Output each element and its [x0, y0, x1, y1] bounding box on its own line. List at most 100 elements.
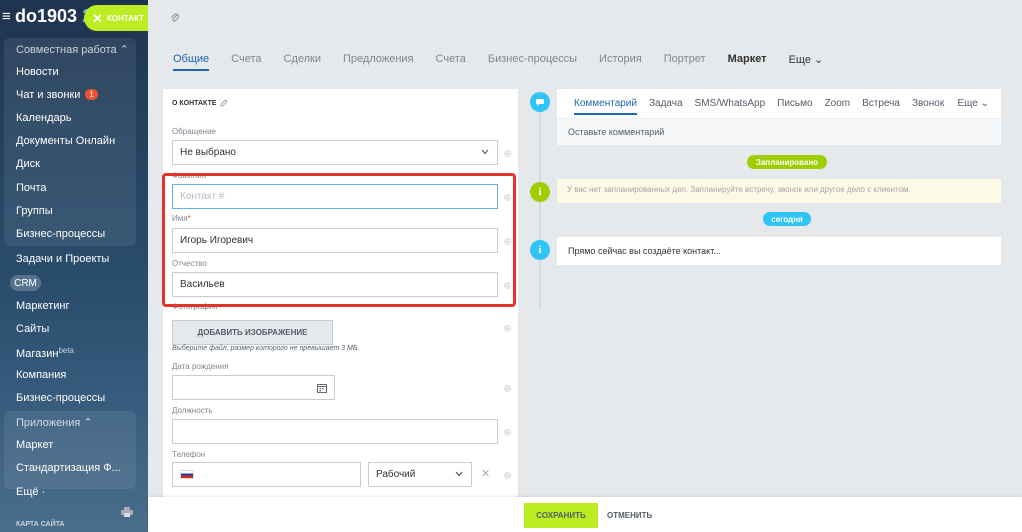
gear-icon[interactable] [503, 471, 512, 480]
today-label: сегодня [763, 212, 811, 226]
comment-input[interactable]: Оставьте комментарий [557, 118, 1001, 145]
section-title-label: О КОНТАКТЕ [172, 99, 217, 107]
activity-tab-call[interactable]: Звонок [912, 98, 944, 115]
tab-bizproc[interactable]: Бизнес-процессы [488, 53, 577, 71]
chat-counter-badge: 1 [85, 89, 98, 100]
gear-icon[interactable] [503, 428, 512, 437]
sidebar-item-marketing[interactable]: Маркетинг [16, 300, 69, 312]
gear-icon[interactable] [503, 384, 512, 393]
activity-more-label: Еще [957, 98, 978, 109]
sidebar-item-tasks[interactable]: Задачи и Проекты [16, 253, 109, 265]
entity-tabs: Общие Счета Сделки Предложения Счета Биз… [173, 53, 845, 71]
sidebar-group-header-apps[interactable]: Приложения ⌃ [16, 416, 93, 429]
cancel-button[interactable]: ОТМЕНИТЬ [607, 503, 652, 528]
left-sidebar: ≡ do1903 2 ✕ КОНТАКТ Совместная работа ⌃… [0, 0, 148, 532]
sitemap-link[interactable]: КАРТА САЙТА [16, 521, 65, 528]
comment-editor: Комментарий Задача SMS/WhatsApp Письмо Z… [557, 89, 1001, 145]
beta-label: beta [58, 346, 75, 355]
chevron-down-icon [481, 149, 489, 155]
chevron-down-icon [455, 471, 463, 477]
chevron-down-icon: ⌄ [814, 54, 824, 66]
gear-icon[interactable] [503, 149, 512, 158]
activity-tab-comment[interactable]: Комментарий [574, 98, 637, 115]
sidebar-item-bizproc[interactable]: Бизнес-процессы [16, 228, 105, 240]
chevron-up-icon: ⌃ [83, 417, 93, 429]
sidebar-item-standard[interactable]: Стандартизация Ф... [16, 462, 121, 474]
tab-general[interactable]: Общие [173, 53, 210, 71]
phone-label: Телефон [172, 450, 206, 459]
footer-bar: СОХРАНИТЬ ОТМЕНИТЬ [148, 497, 1022, 532]
calendar-icon[interactable] [317, 383, 327, 393]
sidebar-item-label: CRM [14, 277, 37, 289]
phone-type-select[interactable]: Рабочий [368, 462, 472, 487]
tab-more[interactable]: Еще ⌄ [789, 53, 824, 71]
sidebar-item-market[interactable]: Маркет [16, 439, 53, 451]
sidebar-item-mail[interactable]: Почта [16, 182, 47, 194]
sidebar-item-bizproc-2[interactable]: Бизнес-процессы [16, 392, 105, 404]
planned-notice: У вас нет запланированных дел. Запланиру… [557, 179, 1001, 203]
tab-invoices-2[interactable]: Счета [436, 53, 466, 71]
contact-pill-label: КОНТАКТ [106, 13, 144, 23]
activity-tab-meeting[interactable]: Встреча [862, 98, 900, 115]
sidebar-item-company[interactable]: Компания [16, 369, 66, 381]
phone-input[interactable] [172, 462, 361, 487]
sidebar-item-docs[interactable]: Документы Онлайн [16, 135, 115, 147]
planned-label: Запланировано [747, 155, 827, 169]
sidebar-item-chat[interactable]: Чат и звонки 1 [16, 89, 98, 101]
sidebar-item-more[interactable]: Ещё · [16, 486, 45, 498]
add-image-button[interactable]: ДОБАВИТЬ ИЗОБРАЖЕНИЕ [172, 320, 333, 345]
salutation-select[interactable]: Не выбрано [172, 140, 498, 165]
close-icon: ✕ [92, 10, 103, 26]
activity-tabs: Комментарий Задача SMS/WhatsApp Письмо Z… [574, 98, 956, 115]
chevron-down-icon: ⌄ [980, 98, 989, 109]
sidebar-item-label: Чат и звонки [16, 89, 81, 101]
chevron-up-icon: ⌃ [119, 44, 129, 56]
highlight-frame [162, 173, 516, 307]
gear-icon[interactable] [503, 324, 512, 333]
tab-deals[interactable]: Сделки [284, 53, 322, 71]
tab-quotes[interactable]: Предложения [343, 53, 414, 71]
save-button[interactable]: СОХРАНИТЬ [524, 503, 598, 528]
activity-tab-zoom[interactable]: Zoom [825, 98, 851, 115]
tab-market[interactable]: Маркет [728, 53, 767, 71]
salutation-label: Обращение [172, 127, 216, 136]
info-icon: i [530, 182, 550, 202]
menu-icon[interactable]: ≡ [2, 8, 11, 25]
birthday-input[interactable] [172, 375, 335, 400]
tab-portrait[interactable]: Портрет [664, 53, 706, 71]
salutation-value: Не выбрано [180, 147, 236, 158]
position-input[interactable] [172, 419, 498, 444]
remove-phone-icon[interactable]: ✕ [481, 467, 490, 480]
timeline-line [539, 108, 541, 308]
activity-tab-task[interactable]: Задача [649, 98, 683, 115]
portal-title[interactable]: do1903 2 [15, 6, 92, 27]
portal-name: do1903 [15, 6, 78, 26]
position-label: Должность [172, 406, 213, 415]
tab-invoices[interactable]: Счета [231, 53, 261, 71]
sidebar-item-sites[interactable]: Сайты [16, 323, 49, 335]
main-area: Общие Счета Сделки Предложения Счета Биз… [148, 0, 1022, 532]
sidebar-group-header-collaboration[interactable]: Совместная работа ⌃ [16, 43, 129, 56]
file-size-hint: Выберите файл, размер которого не превыш… [172, 345, 360, 352]
sidebar-item-crm[interactable]: CRM [10, 275, 41, 291]
pencil-icon[interactable] [220, 99, 229, 107]
sidebar-item-news[interactable]: Новости [16, 66, 59, 78]
phone-type-value: Рабочий [376, 469, 416, 480]
section-title: О КОНТАКТЕ [172, 99, 229, 107]
info-icon: i [530, 240, 550, 260]
activity-tab-more[interactable]: Еще ⌄ [957, 98, 989, 109]
tab-more-label: Еще [788, 54, 811, 66]
activity-tab-email[interactable]: Письмо [777, 98, 812, 115]
sidebar-item-label: Магазин [16, 348, 59, 360]
sidebar-item-calendar[interactable]: Календарь [16, 112, 72, 124]
tab-history[interactable]: История [599, 53, 642, 71]
activity-tab-sms[interactable]: SMS/WhatsApp [695, 98, 766, 115]
contact-pill-close-button[interactable]: ✕ КОНТАКТ [84, 5, 148, 31]
russia-flag-icon[interactable] [180, 470, 194, 479]
birthday-label: Дата рождения [172, 362, 229, 371]
paperclip-icon[interactable] [170, 12, 180, 24]
sidebar-item-shop[interactable]: Магазинbeta [16, 346, 74, 360]
sidebar-item-groups[interactable]: Группы [16, 205, 53, 217]
sidebar-item-disk[interactable]: Диск [16, 158, 40, 170]
printer-icon[interactable] [121, 507, 133, 517]
